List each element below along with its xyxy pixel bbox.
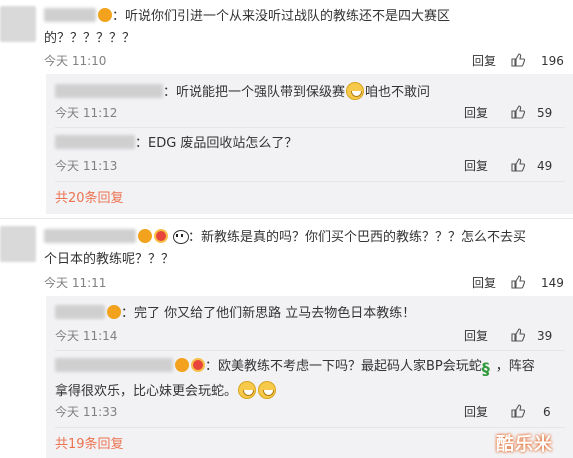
username[interactable] <box>44 229 136 243</box>
level-badge-icon <box>191 358 205 372</box>
comment-time: 今天 11:11 <box>44 276 107 290</box>
username[interactable] <box>55 84 163 98</box>
reply-time: 今天 11:13 <box>55 159 118 173</box>
comment-text-cont: 的？？？？？？ <box>44 31 136 46</box>
divider <box>55 181 565 182</box>
divider <box>55 350 565 351</box>
reply-button[interactable]: 回复 <box>464 105 488 121</box>
like-count: 6 <box>543 405 551 419</box>
more-replies-link[interactable]: 共20条回复 <box>55 190 124 208</box>
thumbs-up-icon[interactable] <box>511 404 525 418</box>
comment-text: ：新教练是真的吗？你们买个巴西的教练？？？怎么不去买 <box>44 229 526 247</box>
snake-emoji-icon: § <box>481 359 490 378</box>
username[interactable] <box>55 135 135 149</box>
grin-emoji-icon <box>238 381 257 399</box>
thumbs-up-icon[interactable] <box>511 275 525 289</box>
thumbs-up-icon[interactable] <box>511 105 525 119</box>
comment-time: 今天 11:10 <box>44 54 107 68</box>
reply-button[interactable]: 回复 <box>472 53 496 69</box>
thumbs-up-icon[interactable] <box>511 158 525 172</box>
like-count: 59 <box>537 106 553 120</box>
reply-button[interactable]: 回复 <box>464 158 488 174</box>
reply-text: ：欧美教练不考虑一下吗？最起码人家BP会玩蛇§ ，阵容 <box>55 358 535 378</box>
vip-badge-icon <box>175 358 189 372</box>
level-badge-icon <box>154 229 168 243</box>
thumbs-up-icon[interactable] <box>511 53 525 67</box>
reply-text: ：EDG 废品回收站怎么了？ <box>55 135 297 153</box>
vip-badge-icon <box>98 8 112 22</box>
avatar[interactable] <box>0 226 36 262</box>
avatar[interactable] <box>0 6 36 42</box>
more-replies-link[interactable]: 共19条回复 <box>55 436 124 454</box>
like-count: 39 <box>537 329 553 343</box>
reply-text: ：完了 你又给了他们新思路 立马去物色日本教练！ <box>55 305 415 323</box>
reply-button[interactable]: 回复 <box>472 275 496 291</box>
reply-button[interactable]: 回复 <box>464 328 488 344</box>
comment-text-cont: 个日本的教练呢？？？ <box>44 252 175 267</box>
vip-badge-icon <box>107 305 121 319</box>
grin-emoji-icon <box>258 381 277 399</box>
divider <box>55 127 565 128</box>
divider <box>0 218 573 219</box>
panda-emoji-icon <box>172 229 189 244</box>
watermark: 酷乐米 <box>496 434 553 455</box>
reply-time: 今天 11:33 <box>55 405 118 419</box>
username[interactable] <box>55 305 105 319</box>
like-count: 149 <box>541 276 564 290</box>
like-count: 196 <box>541 54 564 68</box>
username[interactable] <box>44 8 96 22</box>
reply-time: 今天 11:14 <box>55 329 118 343</box>
vip-badge-icon <box>138 229 152 243</box>
reply-text-cont: 拿得很欢乐，比心妹更会玩蛇。 <box>55 381 277 401</box>
username[interactable] <box>55 358 173 372</box>
grin-emoji-icon <box>346 82 365 100</box>
reply-text: ：听说能把一个强队带到保级赛 咱也不敢问 <box>55 82 430 102</box>
like-count: 49 <box>537 159 553 173</box>
reply-button[interactable]: 回复 <box>464 404 488 420</box>
divider <box>55 427 565 428</box>
reply-time: 今天 11:12 <box>55 106 118 120</box>
thumbs-up-icon[interactable] <box>511 328 525 342</box>
comment-text: ：听说你们引进一个从来没听过战队的教练还不是四大赛区 <box>44 8 450 26</box>
